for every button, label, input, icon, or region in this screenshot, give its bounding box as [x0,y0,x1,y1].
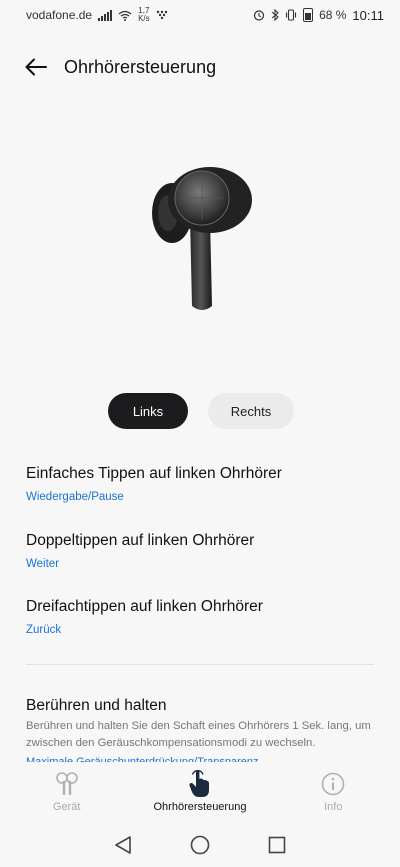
page-title: Ohrhörersteuerung [64,56,217,77]
info-icon [321,771,345,797]
touch-hold-title[interactable]: Berühren und halten [26,697,166,715]
right-side-button[interactable]: Rechts [208,393,294,429]
home-circle-icon[interactable] [188,833,212,857]
setting-value: Weiter [26,558,60,570]
back-triangle-icon[interactable] [111,833,135,857]
carrier-name: vodafone.de [26,8,93,22]
tab-device[interactable]: Gerät [7,771,127,813]
touch-hand-icon [188,770,212,797]
alarm-icon [253,10,265,21]
tab-label: Gerät [52,801,81,813]
touch-hold-description: Berühren und halten Sie den Schaft eines… [26,720,371,749]
data-sync-icon [156,10,167,20]
earbuds-icon [54,771,80,797]
setting-value: Zurück [26,624,62,636]
vibrate-icon [286,9,297,21]
battery-percent: 68 % [319,8,347,22]
network-speed: 1,7 K/s [138,7,150,23]
tab-label: Info [324,801,343,813]
tab-label: Ohrhörersteuerung [153,801,247,813]
bottom-tab-bar: Gerät Ohrhörersteuerung Info [0,762,400,822]
setting-value: Wiedergabe/Pause [26,491,124,503]
setting-title: Einfaches Tippen auf linken Ohrhörer [26,465,282,482]
status-right: 68 % 10:11 [253,8,384,23]
triple-tap-setting[interactable]: Dreifachtippen auf linken Ohrhörer Zurüc… [26,598,374,636]
divider [26,664,374,665]
arrow-left-icon[interactable] [24,55,48,79]
clock: 10:11 [352,7,384,23]
system-nav-bar [0,822,400,867]
setting-title: Dreifachtippen auf linken Ohrhörer [26,598,263,615]
double-tap-setting[interactable]: Doppeltippen auf linken Ohrhörer Weiter [26,532,374,570]
side-toggle: Links Rechts [0,393,400,429]
signal-icon [98,9,113,21]
header: Ohrhörersteuerung [24,50,376,84]
single-tap-setting[interactable]: Einfaches Tippen auf linken Ohrhörer Wie… [26,465,374,503]
tab-info[interactable]: Info [273,771,393,813]
status-bar: vodafone.de 1,7 K/s 68 % 10:11 [0,0,400,30]
bluetooth-icon [271,9,279,21]
recents-square-icon[interactable] [265,833,289,857]
battery-icon [303,8,314,22]
speed-unit: K/s [138,14,150,23]
setting-title: Doppeltippen auf linken Ohrhörer [26,532,255,549]
wifi-icon [118,10,132,21]
tab-earbud-controls[interactable]: Ohrhörersteuerung [140,770,260,813]
left-side-button[interactable]: Links [108,393,188,429]
earbud-image [152,167,252,310]
status-left: vodafone.de 1,7 K/s [26,7,168,23]
